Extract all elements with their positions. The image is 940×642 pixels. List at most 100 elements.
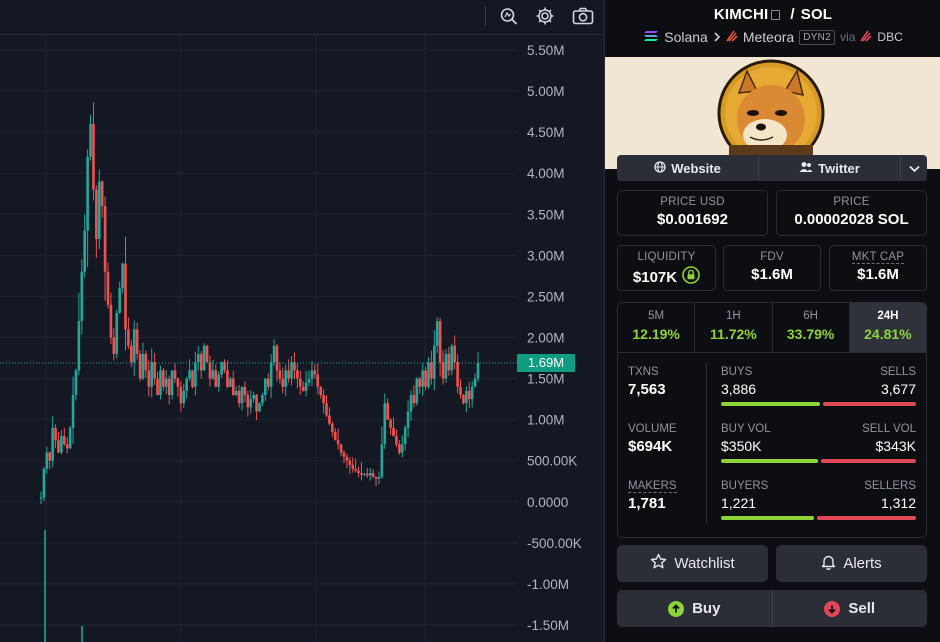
sell-button[interactable]: Sell: [773, 590, 928, 627]
candle-body: [459, 386, 462, 395]
candle-body: [138, 353, 142, 379]
sellers-label: SELLERS: [864, 480, 916, 492]
candle-body: [354, 468, 357, 471]
watchlist-button[interactable]: Watchlist: [617, 545, 768, 582]
chain-link[interactable]: Solana: [664, 29, 708, 45]
settings-icon[interactable]: [532, 4, 558, 28]
liquidity-value: $107K: [632, 268, 678, 286]
alerts-label: Alerts: [843, 555, 882, 572]
y-axis-tick-label: 3.00M: [527, 248, 565, 263]
candle-body: [240, 386, 244, 404]
candle-body: [392, 427, 395, 437]
liquidity-card: LIQUIDITY $107K: [617, 245, 716, 291]
tab-label: 1H: [726, 310, 741, 322]
y-axis-tick-label: -500.00K: [527, 536, 582, 551]
candle-body: [357, 470, 360, 474]
alerts-button[interactable]: Alerts: [776, 545, 927, 582]
price-native-card: PRICE 0.00002028 SOL: [776, 190, 927, 236]
breadcrumb: Solana Meteora DYN2 via DBC: [605, 29, 940, 45]
more-links-button[interactable]: [901, 155, 927, 181]
candle-body: [264, 378, 267, 395]
candle-body: [444, 353, 448, 379]
camera-icon[interactable]: [570, 4, 596, 28]
candle-body: [342, 452, 346, 457]
y-axis-tick-label: 0.0000: [527, 495, 568, 510]
tab-6h[interactable]: 6H 33.79%: [773, 303, 850, 352]
y-axis-tick-label: 5.50M: [527, 43, 565, 58]
tab-1h[interactable]: 1H 11.72%: [695, 303, 773, 352]
candle-body: [400, 444, 404, 453]
candle-body: [191, 370, 194, 387]
token-info-panel: KIMCHI / SOL Solana Meteora DYN2 via DBC: [604, 0, 940, 642]
tab-24h[interactable]: 24H 24.81%: [849, 303, 926, 352]
via-source: DBC: [877, 30, 903, 44]
indicator-search-icon[interactable]: [496, 4, 522, 28]
users-icon: [799, 161, 813, 176]
candle-body: [124, 263, 127, 330]
fdv-card: FDV $1.6M: [723, 245, 821, 291]
buys-sells-ratio-bar: [721, 402, 916, 406]
price-usd-value: $0.001692: [657, 211, 728, 228]
candle-body: [153, 362, 156, 379]
candle-body: [383, 403, 387, 445]
candle-body: [135, 329, 139, 354]
twitter-button[interactable]: Twitter: [759, 155, 901, 181]
candle-body: [217, 374, 221, 387]
sell-vol-bar: [821, 459, 916, 463]
buy-vol-bar: [721, 459, 818, 463]
candle-body: [380, 444, 384, 478]
buyers-bar: [721, 516, 814, 520]
buy-vol-label: BUY VOL: [721, 423, 771, 435]
candle-body: [453, 345, 456, 363]
y-axis-tick-label: 1.00M: [527, 413, 565, 428]
lock-icon[interactable]: [682, 266, 700, 288]
candle-body: [211, 370, 215, 379]
candle-body: [231, 378, 235, 395]
candle-body: [226, 370, 229, 387]
website-button[interactable]: Website: [617, 155, 759, 181]
tab-change: 33.79%: [786, 326, 835, 342]
candle-body: [363, 473, 366, 475]
candle-body: [339, 444, 343, 453]
candle-body: [144, 353, 148, 371]
price-usd-label: PRICE USD: [660, 196, 725, 208]
candle-body: [162, 370, 165, 387]
copy-address-icon[interactable]: [771, 10, 781, 20]
sell-vol-label: SELL VOL: [862, 423, 916, 435]
buy-button[interactable]: Buy: [617, 590, 773, 627]
candle-body: [182, 390, 186, 404]
price-chart[interactable]: 5.50M 5.00M 4.50M 4.00M 3.50M 3.00M 2.50M 2.00M…: [0, 0, 604, 642]
candle-body: [290, 362, 293, 379]
candle-body: [328, 415, 331, 424]
candle-body: [112, 337, 116, 354]
dex-link[interactable]: Meteora: [743, 29, 794, 45]
market-cap-label[interactable]: MKT CAP: [851, 251, 905, 264]
candle-body: [95, 189, 98, 239]
candle-body: [331, 423, 334, 432]
candle-body: [234, 390, 238, 395]
candle-body: [269, 362, 273, 387]
candle-body: [435, 321, 439, 346]
tab-5m[interactable]: 5M 12.19%: [618, 303, 696, 352]
candle-body: [74, 370, 78, 395]
candle-body: [287, 370, 290, 379]
candle-body: [398, 444, 401, 453]
buyers-sellers-stat: BUYERS SELLERS 1,221 1,312: [721, 480, 916, 520]
candle-body: [147, 370, 151, 387]
sellers-bar: [817, 516, 916, 520]
makers-label[interactable]: MAKERS: [628, 480, 677, 493]
candle-body: [310, 370, 314, 379]
candlestick-chart-canvas[interactable]: 5.50M 5.00M 4.50M 4.00M 3.50M 3.00M 2.50M 2.00M…: [0, 0, 604, 642]
candle-body: [406, 411, 410, 428]
candle-body: [141, 353, 145, 379]
candle-body: [275, 345, 279, 371]
candle-body: [185, 378, 188, 391]
tab-label: 6H: [803, 310, 818, 322]
candle-body: [176, 378, 180, 387]
candle-body: [118, 288, 121, 313]
candle-body: [54, 427, 57, 441]
y-axis-tick-label: 500.00K: [527, 454, 577, 469]
price-native-label: PRICE: [833, 196, 870, 208]
sell-vol-value: $343K: [875, 438, 916, 454]
chevron-right-icon: [713, 29, 721, 45]
